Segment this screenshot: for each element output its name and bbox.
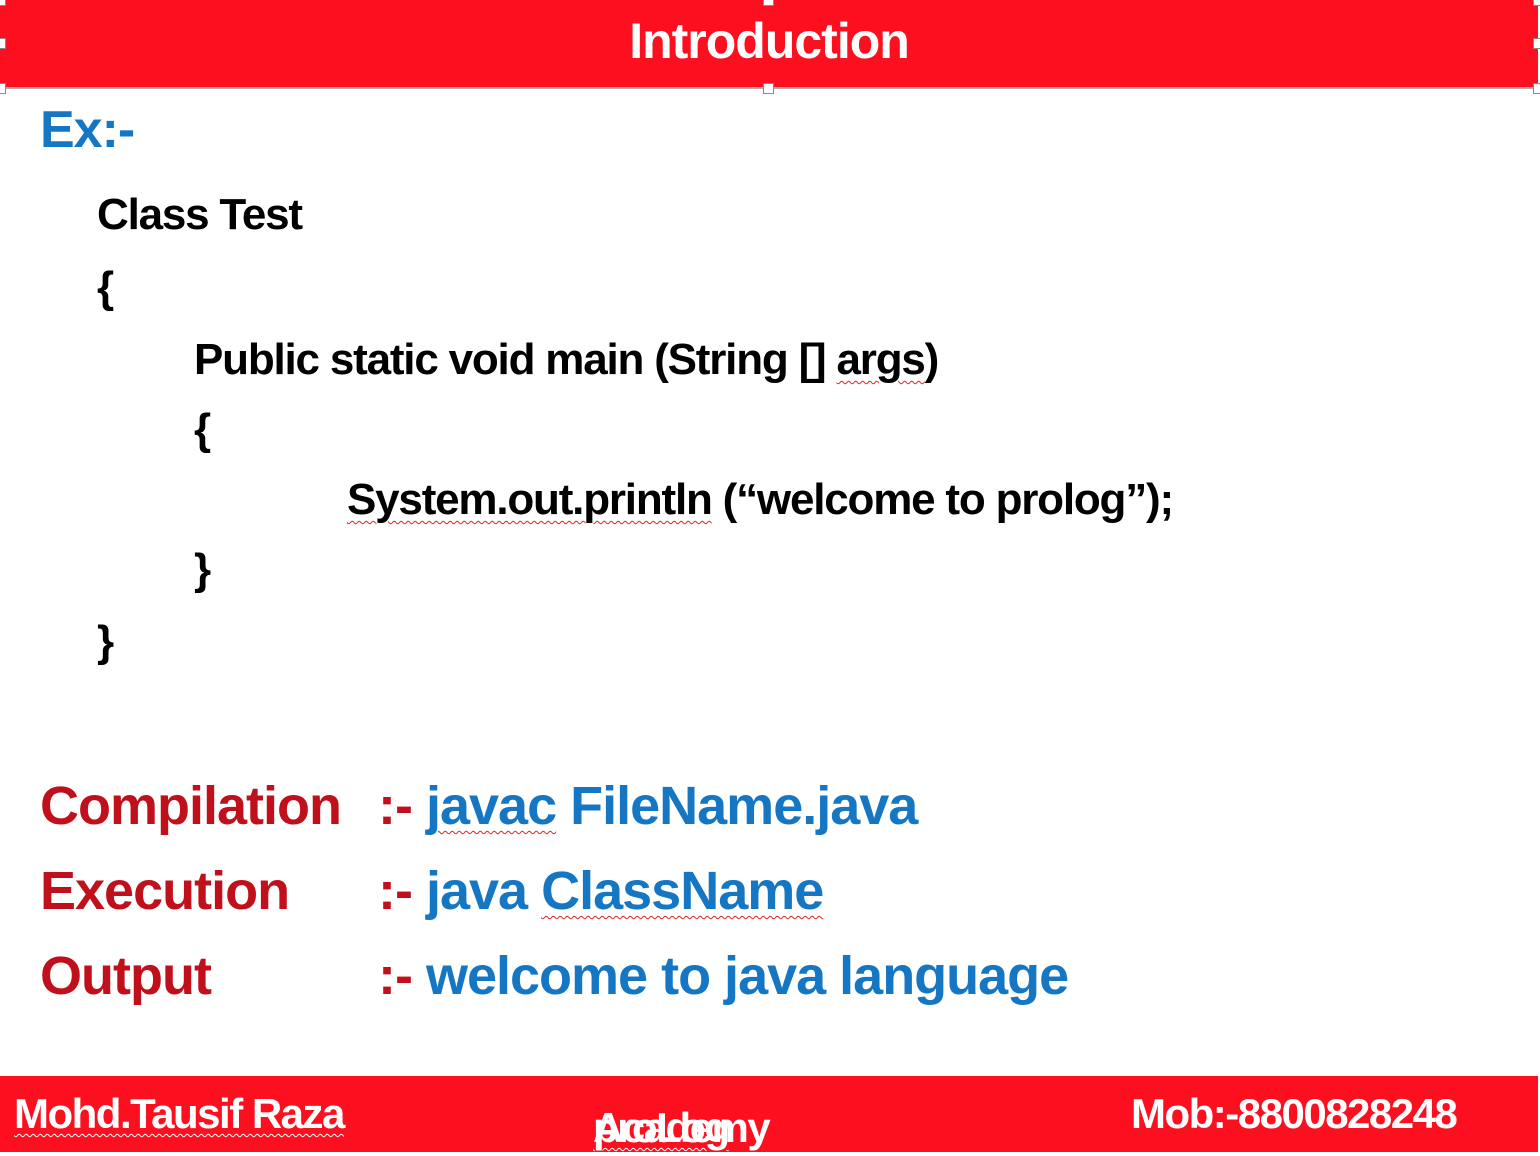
author-name: Mohd.Tausif Raza: [14, 1090, 345, 1137]
output-value: :- welcome to java language: [378, 945, 1069, 1007]
output-label: Output: [40, 946, 212, 1006]
command-text: FileName.java: [556, 776, 918, 836]
separator: :-: [378, 861, 413, 921]
resize-handle[interactable]: [1533, 83, 1540, 94]
separator: :-: [378, 776, 413, 836]
code-line: }: [194, 545, 211, 594]
code-text: Public static void main (String []: [194, 335, 837, 384]
footer-bar: Mohd.Tausif Raza proLog Academy Mob:-880…: [0, 1076, 1538, 1152]
code-text: args: [836, 335, 926, 384]
code-text: (“welcome to prolog”);: [711, 475, 1174, 524]
compilation-command: :- javac FileName.java: [378, 775, 918, 837]
code-text: System.out.println: [347, 475, 713, 524]
code-line: System.out.println (“welcome to prolog”)…: [347, 475, 1174, 525]
code-line: }: [97, 617, 114, 666]
resize-handle[interactable]: [1533, 38, 1540, 49]
command-text: ClassName: [541, 861, 824, 921]
resize-handle[interactable]: [0, 38, 6, 49]
code-line: {: [194, 405, 211, 454]
output-text: welcome to java language: [425, 946, 1069, 1006]
separator: :-: [378, 946, 413, 1006]
code-line: Public static void main (String [] args): [194, 335, 940, 385]
code-text: ): [924, 335, 940, 384]
academy-text: Academy: [593, 1104, 771, 1151]
execution-label: Execution: [40, 861, 290, 921]
command-text: java: [425, 861, 542, 921]
execution-command: :- java ClassName: [378, 860, 824, 922]
mobile-number: Mob:-8800828248: [1131, 1090, 1458, 1137]
resize-handle[interactable]: [1533, 0, 1540, 6]
resize-handle[interactable]: [763, 83, 774, 94]
compilation-label: Compilation: [40, 776, 342, 836]
example-label: Ex:-: [40, 101, 135, 159]
resize-handle[interactable]: [763, 0, 774, 6]
slide-title-bar[interactable]: Introduction: [0, 0, 1538, 89]
command-text: javac: [425, 776, 557, 836]
slide-title: Introduction: [629, 13, 910, 69]
resize-handle[interactable]: [0, 0, 6, 6]
resize-handle[interactable]: [0, 83, 6, 94]
code-line: {: [97, 263, 114, 312]
code-line: Class Test: [97, 190, 303, 239]
